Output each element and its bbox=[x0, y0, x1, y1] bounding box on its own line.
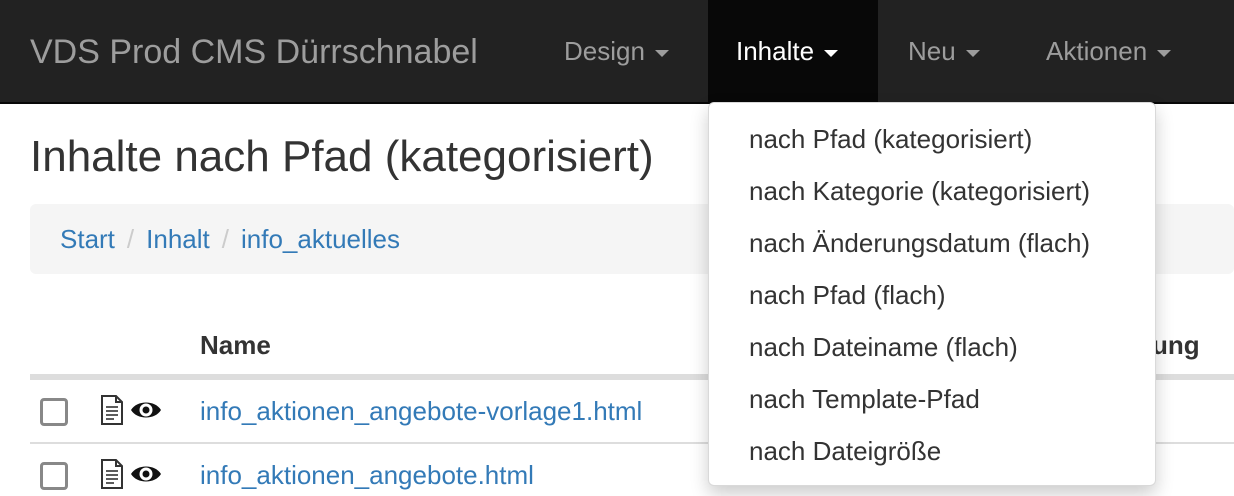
inhalte-dropdown-menu: nach Pfad (kategorisiert) nach Kategorie… bbox=[708, 102, 1156, 486]
file-link[interactable]: info_aktionen_angebote.html bbox=[200, 460, 534, 491]
nav-aktionen-label: Aktionen bbox=[1046, 36, 1148, 66]
column-header-name[interactable]: Name bbox=[200, 330, 271, 361]
eye-icon[interactable] bbox=[130, 398, 162, 427]
caret-down-icon bbox=[965, 49, 980, 57]
nav-aktionen[interactable]: Aktionen bbox=[1018, 0, 1199, 102]
menu-item-template-pfad[interactable]: nach Template-Pfad bbox=[709, 373, 1155, 425]
navbar: VDS Prod CMS Dürrschnabel Design Inhalte… bbox=[0, 0, 1234, 104]
menu-item-dateiname-flach[interactable]: nach Dateiname (flach) bbox=[709, 321, 1155, 373]
brand-title[interactable]: VDS Prod CMS Dürrschnabel bbox=[30, 0, 478, 104]
breadcrumb-item-inhalt[interactable]: Inhalt bbox=[146, 224, 210, 254]
nav-design-label: Design bbox=[564, 36, 645, 66]
caret-down-icon bbox=[1157, 49, 1172, 57]
menu-item-aenderungsdatum-flach[interactable]: nach Änderungsdatum (flach) bbox=[709, 217, 1155, 269]
caret-down-icon bbox=[824, 49, 839, 57]
column-header-partial[interactable]: ung bbox=[1152, 330, 1200, 361]
document-icon[interactable] bbox=[100, 459, 124, 494]
nav-design[interactable]: Design bbox=[536, 0, 697, 102]
breadcrumb-separator: / bbox=[126, 224, 135, 254]
menu-item-pfad-kategorisiert[interactable]: nach Pfad (kategorisiert) bbox=[709, 113, 1155, 165]
breadcrumb-separator: / bbox=[221, 224, 229, 254]
nav-neu-label: Neu bbox=[908, 36, 956, 66]
eye-icon[interactable] bbox=[130, 462, 162, 491]
document-icon[interactable] bbox=[100, 395, 124, 430]
breadcrumb-item-current[interactable]: info_aktuelles bbox=[241, 224, 400, 254]
nav-inhalte[interactable]: Inhalte bbox=[708, 0, 878, 102]
nav-inhalte-label: Inhalte bbox=[736, 36, 815, 66]
menu-item-dateigroesse[interactable]: nach Dateigröße bbox=[709, 425, 1155, 477]
row-checkbox[interactable] bbox=[40, 398, 68, 426]
nav-neu[interactable]: Neu bbox=[880, 0, 1008, 102]
breadcrumb-item-start[interactable]: Start bbox=[60, 224, 115, 254]
page-title: Inhalte nach Pfad (kategorisiert) bbox=[30, 132, 654, 181]
file-link[interactable]: info_aktionen_angebote-vorlage1.html bbox=[200, 396, 642, 427]
row-checkbox[interactable] bbox=[40, 462, 68, 490]
menu-item-pfad-flach[interactable]: nach Pfad (flach) bbox=[709, 269, 1155, 321]
menu-item-kategorie-kategorisiert[interactable]: nach Kategorie (kategorisiert) bbox=[709, 165, 1155, 217]
caret-down-icon bbox=[654, 49, 669, 57]
